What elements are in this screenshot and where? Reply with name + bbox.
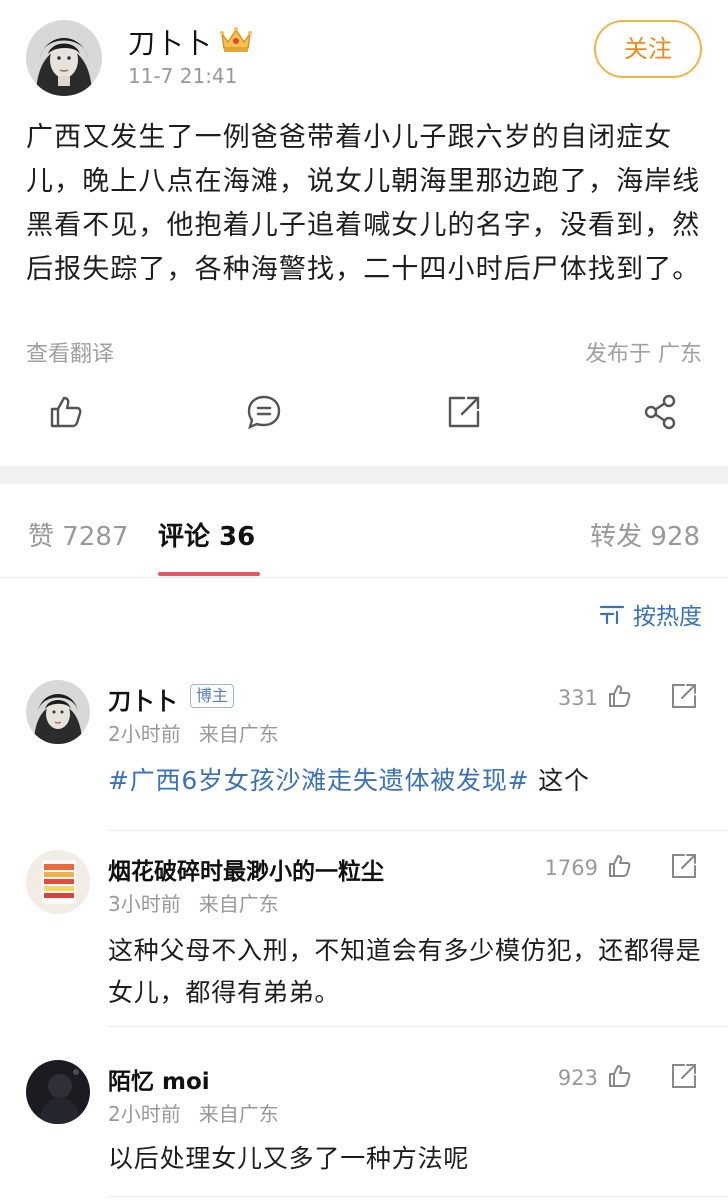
commenter-name[interactable]: 陌忆 moi <box>108 1062 210 1096</box>
comment-repost-icon[interactable] <box>670 852 698 880</box>
comment-like-count: 1769 <box>544 856 598 880</box>
comment-item: 刀卜卜 博主 2小时前 来自广东 331 #广西6岁女孩沙滩走失遗体被发现# 这个 <box>0 680 728 831</box>
commenter-avatar[interactable] <box>26 850 90 914</box>
comment-text: 这种父母不入刑，不知道会有多少模仿犯，还都得是女儿，都得有弟弟。 <box>108 936 702 1007</box>
comment-repost-icon[interactable] <box>670 1062 698 1090</box>
like-icon[interactable] <box>46 392 86 432</box>
comment-time: 3小时前 <box>108 892 181 916</box>
sort-by-hot-button[interactable]: 按热度 <box>599 598 702 630</box>
comment-icon[interactable] <box>244 392 284 432</box>
comment-like-count: 331 <box>557 686 598 710</box>
comment-repost-icon[interactable] <box>670 682 698 710</box>
comment-divider <box>108 1026 728 1027</box>
comment-meta: 2小时前 来自广东 <box>108 1098 279 1127</box>
repost-icon[interactable] <box>444 392 484 432</box>
translate-link[interactable]: 查看翻译 <box>26 336 114 368</box>
comment-meta: 3小时前 来自广东 <box>108 888 279 917</box>
comment-meta: 2小时前 来自广东 <box>108 718 279 747</box>
post-text: 广西又发生了一例爸爸带着小儿子跟六岁的自闭症女儿，晚上八点在海滩，说女儿朝海里那… <box>26 122 701 285</box>
active-tab-indicator <box>158 572 260 576</box>
comment-location: 来自广东 <box>198 892 279 916</box>
post-location: 发布于 广东 <box>585 342 702 367</box>
hashtag-link[interactable]: #广西6岁女孩沙滩走失遗体被发现# <box>108 766 529 795</box>
commenter-name[interactable]: 烟花破碎时最渺小的一粒尘 <box>108 852 384 886</box>
crown-icon <box>218 24 254 54</box>
comment-item: 陌忆 moi 2小时前 来自广东 923 以后处理女儿又多了一种方法呢 <box>0 1060 728 1200</box>
interaction-tabs: 赞 7287 评论 36 转发 928 <box>0 484 728 578</box>
comment-divider <box>108 1196 728 1197</box>
author-name[interactable]: 刀卜卜 <box>128 22 212 61</box>
comment-divider <box>108 830 728 831</box>
tab-comments[interactable]: 评论 36 <box>158 516 255 553</box>
comment-time: 2小时前 <box>108 1102 181 1126</box>
comment-time: 2小时前 <box>108 722 181 746</box>
follow-button[interactable]: 关注 <box>594 20 702 78</box>
comment-item: 烟花破碎时最渺小的一粒尘 3小时前 来自广东 1769 这种父母不入刑，不知道会有… <box>0 850 728 1030</box>
comment-text: 以后处理女儿又多了一种方法呢 <box>108 1144 470 1173</box>
tab-likes[interactable]: 赞 7287 <box>28 516 128 553</box>
commenter-name[interactable]: 刀卜卜 <box>108 682 177 716</box>
tab-reposts[interactable]: 转发 928 <box>590 516 700 553</box>
comment-like-icon[interactable] <box>606 852 634 880</box>
sort-icon <box>599 605 625 625</box>
author-avatar[interactable] <box>26 20 102 96</box>
section-divider <box>0 466 728 484</box>
comment-text: #广西6岁女孩沙滩走失遗体被发现# 这个 <box>108 760 704 802</box>
commenter-avatar[interactable] <box>26 680 90 744</box>
commenter-avatar[interactable] <box>26 1060 90 1124</box>
share-icon[interactable] <box>640 392 680 432</box>
post-time: 11-7 21:41 <box>128 64 238 88</box>
post-header: 刀卜卜 11-7 21:41 关注 <box>0 0 728 110</box>
comment-body: 这个 <box>529 766 590 795</box>
comment-like-icon[interactable] <box>606 1062 634 1090</box>
sort-label: 按热度 <box>633 604 702 630</box>
post-action-bar <box>0 392 728 442</box>
comment-like-count: 923 <box>557 1066 598 1090</box>
comment-location: 来自广东 <box>198 1102 279 1126</box>
author-badge: 博主 <box>190 684 235 708</box>
comment-location: 来自广东 <box>198 722 279 746</box>
comment-like-icon[interactable] <box>606 682 634 710</box>
